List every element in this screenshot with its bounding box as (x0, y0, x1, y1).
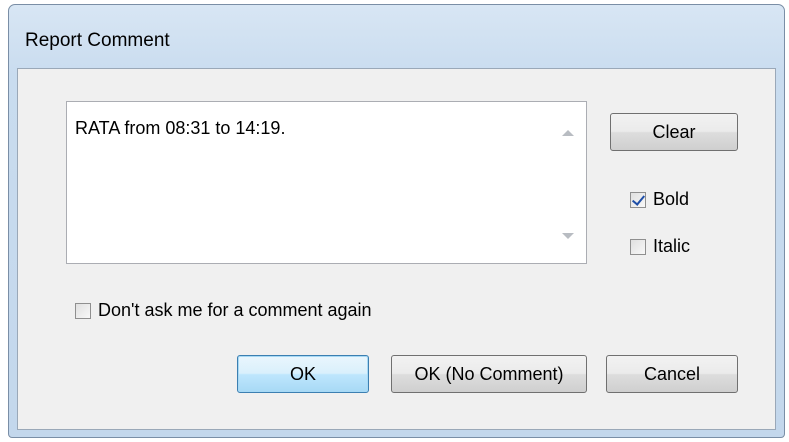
cancel-button[interactable]: Cancel (606, 355, 738, 393)
dont-ask-checkbox-box[interactable] (75, 302, 91, 319)
bold-checkbox[interactable]: Bold (630, 189, 689, 210)
report-comment-dialog: Report Comment RATA from 08:31 to 14:19.… (8, 4, 785, 438)
dont-ask-checkbox[interactable]: Don't ask me for a comment again (75, 300, 372, 321)
ok-button[interactable]: OK (237, 355, 369, 393)
clear-button[interactable]: Clear (610, 113, 738, 151)
italic-label: Italic (653, 236, 691, 256)
title-bar[interactable]: Report Comment (9, 5, 784, 67)
dont-ask-label: Don't ask me for a comment again (98, 300, 372, 320)
comment-text: RATA from 08:31 to 14:19. (75, 118, 286, 138)
scroll-down-icon[interactable] (562, 233, 574, 239)
italic-checkbox[interactable]: Italic (630, 236, 690, 257)
dialog-body: RATA from 08:31 to 14:19. Clear Bold Ita… (17, 68, 776, 430)
bold-checkbox-box[interactable] (630, 191, 646, 208)
ok-no-comment-button[interactable]: OK (No Comment) (391, 355, 587, 393)
dialog-title: Report Comment (25, 30, 170, 51)
italic-checkbox-box[interactable] (630, 238, 646, 255)
comment-textarea[interactable]: RATA from 08:31 to 14:19. (66, 101, 587, 264)
bold-label: Bold (653, 189, 690, 209)
scroll-up-icon[interactable] (562, 130, 574, 136)
comment-scrollbar[interactable] (552, 102, 586, 263)
